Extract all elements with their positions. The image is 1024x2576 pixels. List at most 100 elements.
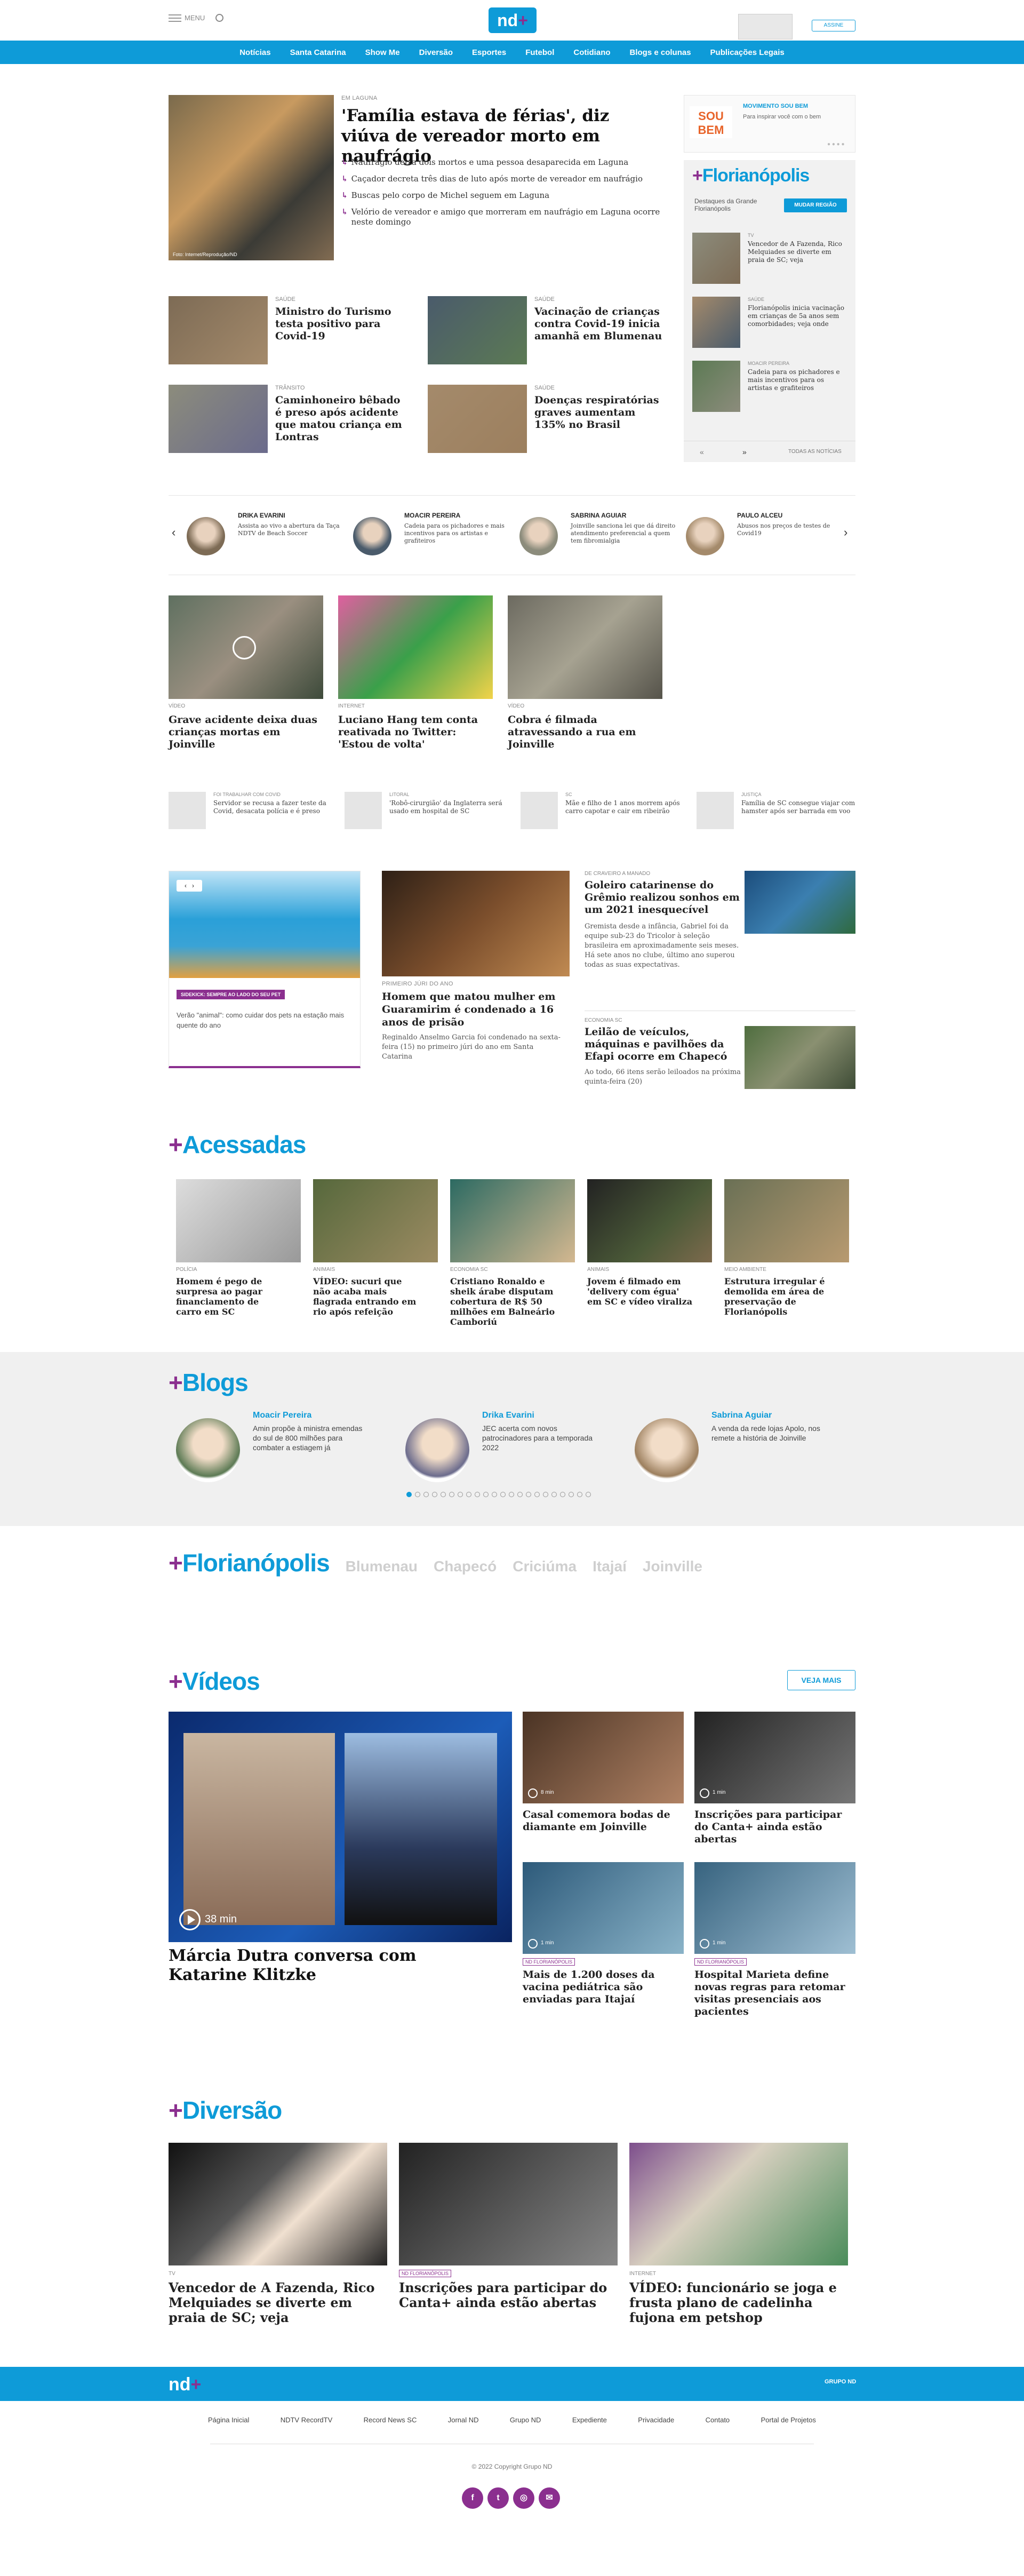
video-news-card[interactable]: VÍDEO Cobra é filmada atravessando a rua … bbox=[508, 595, 662, 756]
subscribe-button[interactable]: ASSINE bbox=[812, 20, 855, 31]
news-card[interactable]: SAÚDE Ministro do Turismo testa positivo … bbox=[169, 296, 414, 376]
nav-item[interactable]: Publicações Legais bbox=[710, 48, 785, 57]
small-news-card[interactable]: SC Mãe e filho de 1 anos morrem após carr… bbox=[521, 792, 686, 834]
promo-box[interactable]: SOU BEM MOVIMENTO SOU BEM Para inspirar … bbox=[684, 95, 855, 153]
acessadas-card[interactable]: MEIO AMBIENTE Estrutura irregular é demol… bbox=[724, 1179, 849, 1329]
columnist-card[interactable]: SABRINA AGUIAR Joinville sanciona lei que… bbox=[519, 508, 679, 567]
pagination-dot[interactable] bbox=[483, 1492, 489, 1497]
lead-bullet[interactable]: ↳ Velório de vereador e amigo que morrera… bbox=[341, 207, 661, 227]
nd-logo[interactable]: nd + bbox=[489, 7, 537, 33]
mid-story[interactable]: PRIMEIRO JÚRI DO ANO Homem que matou mul… bbox=[382, 871, 570, 1095]
region-tab-active[interactable]: +Florianópolis bbox=[169, 1548, 330, 1577]
acessadas-card[interactable]: POLÍCIA Homem é pego de surpresa ao pagar… bbox=[176, 1179, 301, 1329]
small-news-card[interactable]: JUSTIÇA Família de SC consegue viajar com… bbox=[697, 792, 862, 834]
pagination-dot[interactable] bbox=[569, 1492, 574, 1497]
nav-item[interactable]: Cotidiano bbox=[573, 48, 610, 57]
acessadas-card[interactable]: ECONOMIA SC Cristiano Ronaldo e sheik ára… bbox=[450, 1179, 575, 1329]
play-icon[interactable] bbox=[700, 1939, 709, 1949]
footer-link[interactable]: Contato bbox=[706, 2416, 730, 2424]
pagination-dot[interactable] bbox=[458, 1492, 463, 1497]
email-icon[interactable]: ✉ bbox=[539, 2487, 560, 2509]
region-tab[interactable]: Chapecó bbox=[434, 1558, 497, 1575]
play-icon[interactable] bbox=[528, 1788, 538, 1798]
news-card[interactable]: SAÚDE Doenças respiratórias graves aument… bbox=[428, 385, 673, 465]
acessadas-card[interactable]: ANIMAIS VÍDEO: sucuri que não acaba mais … bbox=[313, 1179, 438, 1329]
columnist-card[interactable]: DRIKA EVARINI Assista ao vivo a abertura … bbox=[187, 508, 347, 567]
lead-bullet[interactable]: ↳ Buscas pelo corpo de Michel seguem em L… bbox=[341, 190, 661, 201]
menu-button[interactable]: MENU bbox=[169, 14, 205, 22]
pagination-dot[interactable] bbox=[500, 1492, 506, 1497]
nav-item[interactable]: Show Me bbox=[365, 48, 400, 57]
footer-link[interactable]: Portal de Projetos bbox=[761, 2416, 816, 2424]
lead-image[interactable]: Foto: Internet/Reprodução/ND bbox=[169, 95, 334, 260]
video-card[interactable]: 1 min ND FLORIANÓPOLIS Mais de 1.200 doses… bbox=[523, 1862, 684, 2006]
video-card[interactable]: 8 min Casal comemora bodas de diamante em… bbox=[523, 1712, 684, 1856]
nav-item[interactable]: Blogs e colunas bbox=[630, 48, 691, 57]
diversao-card[interactable]: TV Vencedor de A Fazenda, Rico Melquiades… bbox=[169, 2143, 387, 2356]
pagination-dot[interactable] bbox=[526, 1492, 531, 1497]
pagination-dot[interactable] bbox=[475, 1492, 480, 1497]
pagination-dot[interactable] bbox=[449, 1492, 454, 1497]
nav-item[interactable]: Santa Catarina bbox=[290, 48, 346, 57]
play-icon[interactable] bbox=[233, 636, 256, 659]
play-icon[interactable] bbox=[528, 1939, 538, 1949]
region-tab[interactable]: Joinville bbox=[643, 1558, 702, 1575]
facebook-icon[interactable]: f bbox=[462, 2487, 483, 2509]
pagination-dot[interactable] bbox=[406, 1492, 412, 1497]
footer-link[interactable]: NDTV RecordTV bbox=[281, 2416, 333, 2424]
footer-link[interactable]: Jornal ND bbox=[448, 2416, 479, 2424]
blog-card[interactable]: Sabrina Aguiar A venda da rede lojas Apol… bbox=[635, 1411, 853, 1491]
region-news-item[interactable]: SAÚDE Florianópolis inicia vacinação em c… bbox=[692, 297, 847, 355]
footer-link[interactable]: Record News SC bbox=[364, 2416, 417, 2424]
lead-bullet[interactable]: ↳ Naufrágio deixa dois mortos e uma pesso… bbox=[341, 157, 661, 168]
news-card[interactable]: SAÚDE Vacinação de crianças contra Covid-… bbox=[428, 296, 673, 376]
blog-card[interactable]: Drika Evarini JEC acerta com novos patroc… bbox=[405, 1411, 624, 1491]
pagination-dot[interactable] bbox=[441, 1492, 446, 1497]
pagination-dot[interactable] bbox=[509, 1492, 514, 1497]
video-card[interactable]: 1 min ND FLORIANÓPOLIS Hospital Marieta de… bbox=[694, 1862, 855, 2017]
news-card[interactable]: TRÂNSITO Caminhoneiro bêbado é preso após… bbox=[169, 385, 414, 465]
columnist-card[interactable]: MOACIR PEREIRA Cadeia para os pichadores … bbox=[353, 508, 513, 567]
region-tab[interactable]: Criciúma bbox=[513, 1558, 577, 1575]
main-video[interactable]: 38 min bbox=[169, 1712, 512, 1942]
diversao-card[interactable]: ND FLORIANÓPOLIS Inscrições para particip… bbox=[399, 2143, 618, 2356]
video-card[interactable]: 1 min Inscrições para participar do Canta… bbox=[694, 1712, 855, 1856]
pet-card[interactable]: ‹ › SIDEKICK: SEMPRE AO LADO DO SEU PET … bbox=[169, 871, 361, 1068]
diversao-card[interactable]: INTERNET VÍDEO: funcionário se joga e fru… bbox=[629, 2143, 848, 2356]
see-more-button[interactable]: VEJA MAIS bbox=[787, 1670, 855, 1690]
region-tab[interactable]: Itajaí bbox=[593, 1558, 627, 1575]
pagination-dot[interactable] bbox=[586, 1492, 591, 1497]
nav-item[interactable]: Futebol bbox=[525, 48, 554, 57]
pagination-dot[interactable] bbox=[415, 1492, 420, 1497]
pagination-dot[interactable] bbox=[432, 1492, 437, 1497]
pagination-dot[interactable] bbox=[543, 1492, 548, 1497]
region-news-item[interactable]: MOACIR PEREIRA Cadeia para os pichadores … bbox=[692, 361, 847, 419]
footer-link[interactable]: Página Inicial bbox=[208, 2416, 249, 2424]
nav-item[interactable]: Notícias bbox=[239, 48, 270, 57]
pagination-dot[interactable] bbox=[423, 1492, 429, 1497]
acessadas-card[interactable]: ANIMAIS Jovem é filmado em 'delivery com … bbox=[587, 1179, 712, 1329]
video-news-card[interactable]: INTERNET Luciano Hang tem conta reativada… bbox=[338, 595, 493, 756]
small-news-card[interactable]: LITORAL 'Robô-cirurgião' da Inglaterra se… bbox=[345, 792, 510, 834]
next-icon[interactable]: » bbox=[742, 448, 747, 456]
grupo-nd-logo[interactable]: GRUPO ND bbox=[825, 2379, 856, 2385]
all-news-link[interactable]: TODAS AS NOTÍCIAS bbox=[788, 449, 842, 455]
columnist-card[interactable]: PAULO ALCEU Abusos nos preços de testes d… bbox=[686, 508, 846, 567]
blog-card[interactable]: Moacir Pereira Amin propõe à ministra eme… bbox=[176, 1411, 395, 1491]
promo-dots[interactable]: ● ● ● ● bbox=[827, 141, 845, 147]
footer-link[interactable]: Grupo ND bbox=[510, 2416, 541, 2424]
pagination-dot[interactable] bbox=[560, 1492, 565, 1497]
region-tab[interactable]: Blumenau bbox=[346, 1558, 418, 1575]
pagination-dot[interactable] bbox=[577, 1492, 582, 1497]
pagination-dot[interactable] bbox=[517, 1492, 523, 1497]
nav-item[interactable]: Esportes bbox=[472, 48, 506, 57]
pagination-dot[interactable] bbox=[466, 1492, 471, 1497]
right-story[interactable]: ECONOMIA SC Leilão de veículos, máquinas … bbox=[585, 1011, 855, 1143]
instagram-icon[interactable]: ◎ bbox=[513, 2487, 534, 2509]
nav-item[interactable]: Diversão bbox=[419, 48, 453, 57]
video-news-card[interactable]: VÍDEO Grave acidente deixa duas crianças … bbox=[169, 595, 323, 756]
footer-logo[interactable]: nd+ bbox=[169, 2374, 201, 2395]
region-news-item[interactable]: TV Vencedor de A Fazenda, Rico Melquiades… bbox=[692, 233, 847, 291]
footer-link[interactable]: Privacidade bbox=[638, 2416, 674, 2424]
carousel-prev-icon[interactable]: ‹ bbox=[172, 526, 175, 539]
